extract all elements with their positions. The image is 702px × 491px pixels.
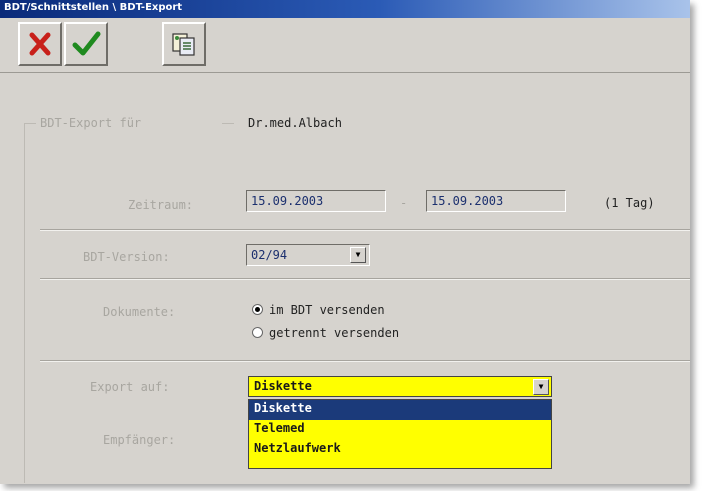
- radio-selected-icon[interactable]: [252, 304, 263, 315]
- group-frame: [24, 123, 25, 483]
- date-to-field[interactable]: 15.09.2003: [426, 190, 566, 212]
- export-target-dropdown: Diskette Telemed Netzlaufwerk: [248, 399, 552, 469]
- export-target-combobox[interactable]: Diskette ▼: [248, 376, 552, 397]
- separator: [40, 360, 690, 362]
- date-from-field[interactable]: 15.09.2003: [246, 190, 386, 212]
- group-frame-top: [222, 123, 234, 124]
- separator: [40, 229, 690, 231]
- export-target-value: Diskette: [254, 379, 312, 393]
- separator: [40, 278, 690, 280]
- documents-label: Dokumente:: [103, 305, 176, 319]
- bdt-export-window: BDT/Schnittstellen \ BDT-Export BDT-Expo…: [0, 0, 690, 484]
- documents-option-label: im BDT versenden: [269, 303, 385, 317]
- version-label: BDT-Version:: [83, 250, 170, 264]
- chevron-down-icon[interactable]: ▼: [533, 379, 549, 395]
- date-separator: -: [400, 196, 408, 210]
- checkmark-icon: [72, 31, 101, 56]
- documents-option-label: getrennt versenden: [269, 326, 400, 340]
- window-title: BDT/Schnittstellen \ BDT-Export: [4, 2, 183, 13]
- export-for-value: Dr.med.Albach: [248, 116, 342, 130]
- duration-text: (1 Tag): [604, 196, 655, 210]
- period-label: Zeitraum:: [128, 198, 194, 212]
- recipient-label: Empfänger:: [103, 433, 176, 447]
- toolbar: [0, 18, 690, 73]
- dropdown-option-telemed[interactable]: Telemed: [249, 420, 551, 440]
- version-value: 02/94: [251, 248, 288, 262]
- group-frame-top: [24, 123, 36, 124]
- dropdown-option-diskette[interactable]: Diskette: [249, 400, 551, 420]
- export-document-button[interactable]: [162, 22, 206, 66]
- version-select[interactable]: 02/94 ▼: [246, 244, 370, 266]
- form-area: BDT-Export für Dr.med.Albach Zeitraum: 1…: [0, 73, 690, 484]
- title-bar: BDT/Schnittstellen \ BDT-Export: [0, 0, 690, 18]
- documents-option-bdt[interactable]: im BDT versenden: [252, 303, 385, 317]
- chevron-down-icon[interactable]: ▼: [350, 247, 366, 263]
- cancel-button[interactable]: [18, 22, 62, 66]
- export-for-label: BDT-Export für: [40, 116, 142, 130]
- x-icon: [29, 32, 51, 56]
- dropdown-option-netzlaufwerk[interactable]: Netzlaufwerk: [249, 440, 551, 460]
- documents-option-separate[interactable]: getrennt versenden: [252, 326, 399, 340]
- ok-button[interactable]: [64, 22, 108, 66]
- export-document-icon: [172, 33, 195, 56]
- export-target-label: Export auf:: [90, 380, 170, 394]
- radio-icon[interactable]: [252, 327, 263, 338]
